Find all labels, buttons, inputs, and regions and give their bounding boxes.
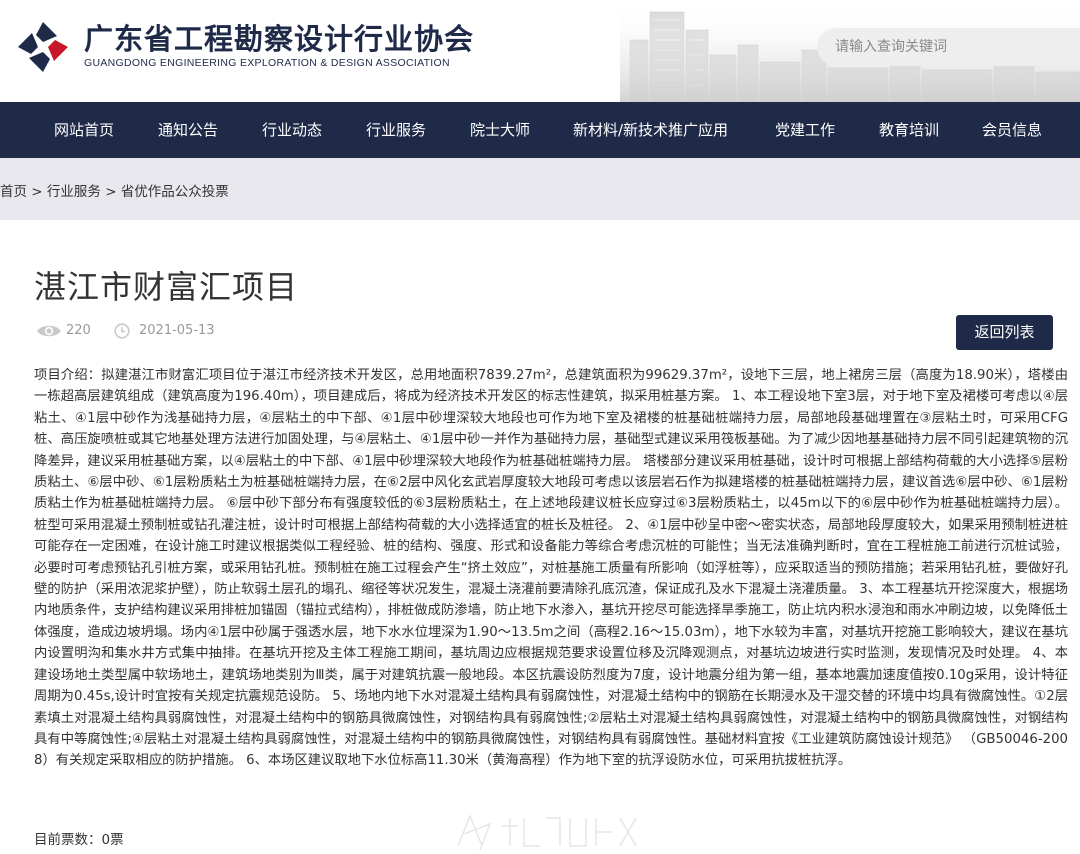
nav-item-home[interactable]: 网站首页 [54, 102, 114, 158]
nav-item-news[interactable]: 行业动态 [262, 102, 322, 158]
breadcrumb-separator: > [27, 184, 47, 200]
view-count: 220 [66, 323, 91, 338]
site-header: 广东省工程勘察设计行业协会 GUANGDONG ENGINEERING EXPL… [0, 0, 1080, 102]
nav-item-members[interactable]: 会员信息 [982, 102, 1042, 158]
search-input[interactable] [817, 28, 1080, 66]
nav-item-new-tech[interactable]: 新材料/新技术推广应用 [573, 102, 728, 158]
nav-item-training[interactable]: 教育培训 [879, 102, 939, 158]
association-logo-icon[interactable] [16, 20, 70, 74]
nav-item-academicians[interactable]: 院士大师 [470, 102, 530, 158]
nav-item-party[interactable]: 党建工作 [775, 102, 835, 158]
breadcrumb-services[interactable]: 行业服务 [47, 184, 101, 200]
page-title: 湛江市财富汇项目 [34, 268, 299, 306]
nav-item-notices[interactable]: 通知公告 [158, 102, 218, 158]
back-to-list-button[interactable]: 返回列表 [956, 315, 1053, 350]
org-name-cn: 广东省工程勘察设计行业协会 [84, 22, 475, 56]
nav-item-services[interactable]: 行业服务 [366, 102, 426, 158]
org-name-en: GUANGDONG ENGINEERING EXPLORATION & DESI… [84, 57, 450, 69]
vote-count: 目前票数：0票 [34, 832, 124, 848]
breadcrumb-separator: > [100, 184, 121, 200]
breadcrumb-band: 首页 > 行业服务 > 省优作品公众投票 [0, 158, 1080, 220]
main-nav: 网站首页 通知公告 行业动态 行业服务 院士大师 新材料/新技术推广应用 党建工… [0, 102, 1080, 158]
eye-icon [37, 325, 61, 337]
publish-date: 2021-05-13 [139, 323, 215, 338]
breadcrumb: 首页 > 行业服务 > 省优作品公众投票 [0, 180, 229, 200]
breadcrumb-home[interactable]: 首页 [0, 184, 27, 200]
watermark-logo-icon [457, 814, 637, 851]
breadcrumb-current[interactable]: 省优作品公众投票 [121, 184, 229, 200]
article-body: 项目介绍：拟建湛江市财富汇项目位于湛江市经济技术开发区，总用地面积7839.27… [34, 368, 1068, 769]
clock-icon [114, 323, 130, 339]
